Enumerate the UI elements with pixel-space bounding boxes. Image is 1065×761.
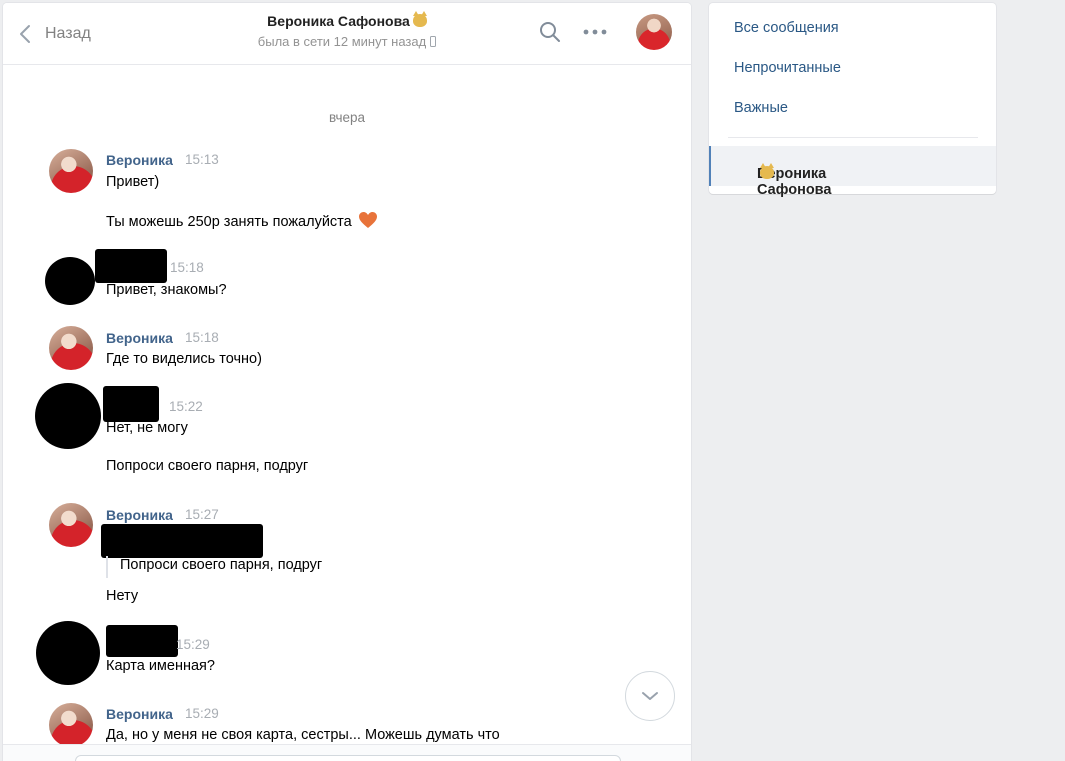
scroll-down-button[interactable] <box>625 671 675 721</box>
peer-name: Вероника Сафонова <box>267 13 410 29</box>
menu-item-important[interactable]: Важные <box>734 100 788 116</box>
avatar[interactable] <box>49 503 93 547</box>
heart-emoji-icon <box>358 212 377 228</box>
message-time: 15:29 <box>176 637 210 652</box>
cat-emoji-icon <box>760 163 774 179</box>
avatar[interactable] <box>49 703 93 747</box>
redacted-name <box>106 625 178 657</box>
menu-item-active-conversation[interactable]: Вероника Сафонова <box>709 146 996 198</box>
menu-item-unread[interactable]: Непрочитанные <box>734 60 841 76</box>
more-icon[interactable] <box>583 29 607 35</box>
chat-panel: Назад Вероника Сафонова была в сети 12 м… <box>3 3 691 761</box>
message-time: 15:22 <box>169 399 203 414</box>
message-text: Да, но у меня не своя карта, сестры... М… <box>106 727 500 743</box>
redacted-name <box>95 249 167 283</box>
redacted-name <box>103 386 159 422</box>
message-author[interactable]: Вероника <box>106 706 173 722</box>
chevron-down-icon <box>642 692 658 700</box>
message-author[interactable]: Вероника <box>106 152 173 168</box>
message-text-row: Ты можешь 250р занять пожалуйста <box>106 211 378 230</box>
message-text: Попроси своего парня, подруг <box>106 458 309 474</box>
message-text: Нет, не могу <box>106 420 188 436</box>
chat-header: Назад Вероника Сафонова была в сети 12 м… <box>3 3 691 65</box>
avatar[interactable] <box>49 326 93 370</box>
menu-item-all-messages[interactable]: Все сообщения <box>734 20 839 36</box>
quoted-message[interactable]: Попроси своего парня, подруг <box>106 556 322 578</box>
message-text: Где то виделись точно) <box>106 351 262 367</box>
redacted-quote-author <box>101 524 263 558</box>
message-author[interactable]: Вероника <box>106 330 173 346</box>
avatar[interactable] <box>45 257 95 305</box>
message-input[interactable] <box>75 755 621 761</box>
peer-avatar[interactable] <box>636 14 672 50</box>
message-time: 15:18 <box>170 260 204 275</box>
message-text: Привет, знакомы? <box>106 282 227 298</box>
message-time: 15:27 <box>185 507 219 522</box>
message-time: 15:13 <box>185 152 219 167</box>
date-separator: вчера <box>328 110 366 125</box>
divider <box>728 137 978 138</box>
message-text: Карта именная? <box>106 658 215 674</box>
search-icon[interactable] <box>539 21 561 43</box>
message-author[interactable]: Вероника <box>106 507 173 523</box>
avatar[interactable] <box>36 621 100 685</box>
phone-icon <box>430 36 437 47</box>
message-time: 15:29 <box>185 706 219 721</box>
avatar[interactable] <box>49 149 93 193</box>
peer-status-row: была в сети 12 минут назад <box>3 34 691 49</box>
message-text: Привет) <box>106 174 160 190</box>
message-text: Нету <box>106 588 139 604</box>
message-text: Ты можешь 250р занять пожалуйста <box>106 214 352 230</box>
peer-status: была в сети 12 минут назад <box>257 34 427 49</box>
conversation-filter-menu: Все сообщения Непрочитанные Важные Верон… <box>709 3 996 198</box>
message-time: 15:18 <box>185 330 219 345</box>
cat-emoji-icon <box>412 11 427 27</box>
peer-name-row: Вероника Сафонова <box>3 11 691 29</box>
avatar[interactable] <box>35 383 101 449</box>
